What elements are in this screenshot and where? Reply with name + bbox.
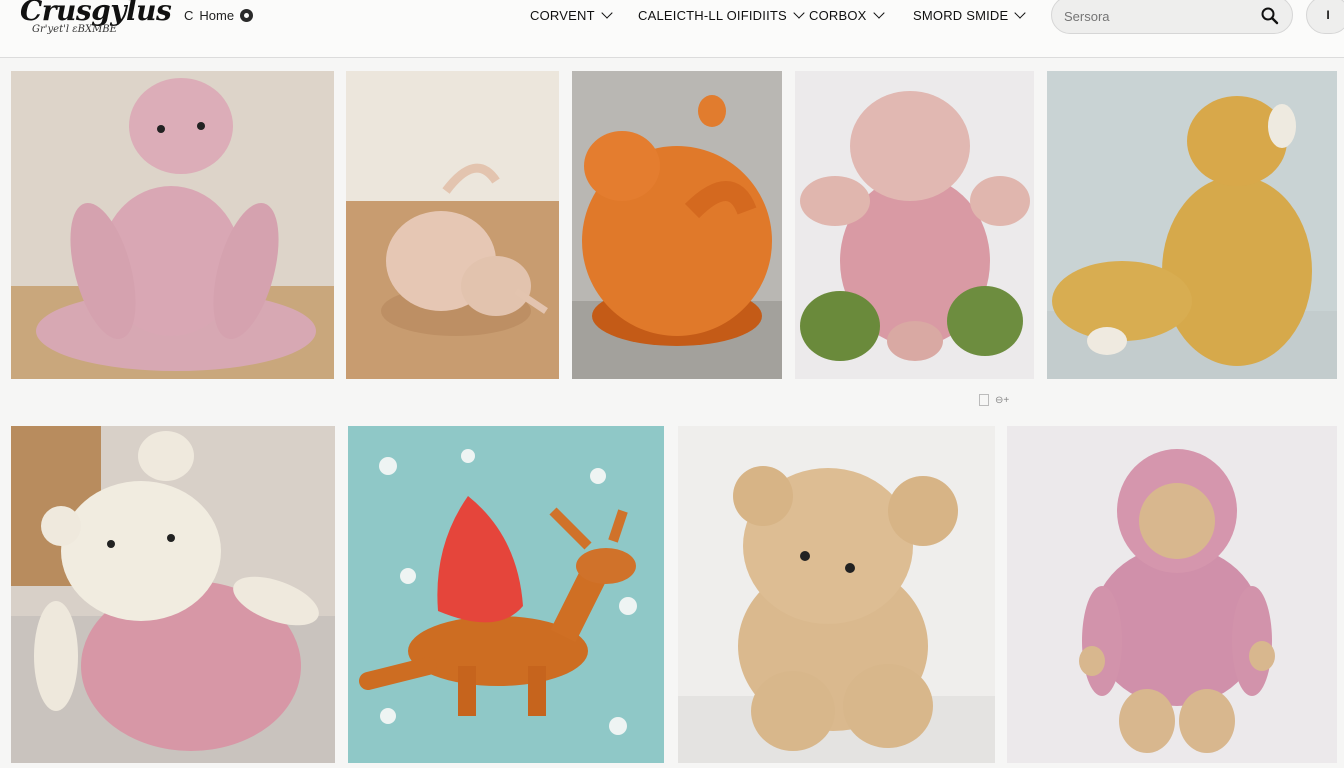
chevron-down-icon bbox=[601, 7, 613, 19]
gallery-item-pink-figure[interactable] bbox=[11, 71, 334, 379]
site-logo[interactable]: Crusgylus Gr'yet'l ɛBXMBE bbox=[20, 0, 172, 40]
gallery-item-orange-deer[interactable] bbox=[348, 426, 664, 763]
crochet-toy-image bbox=[1047, 71, 1337, 379]
nav-label: SMORD SMIDE bbox=[913, 7, 1009, 23]
chevron-down-icon bbox=[872, 7, 885, 19]
crochet-toy-image bbox=[348, 426, 664, 763]
gallery-item-orange-bird[interactable] bbox=[572, 71, 782, 379]
gallery-item-beige-creature[interactable] bbox=[346, 71, 559, 379]
crochet-toy-image bbox=[346, 71, 559, 379]
logo-title: Crusgylus bbox=[20, 0, 172, 27]
crochet-toy-image bbox=[678, 426, 995, 763]
gallery-item-yellow-duck[interactable] bbox=[1047, 71, 1337, 379]
search-icon[interactable] bbox=[1260, 6, 1280, 26]
pager-label: ⊖+ bbox=[995, 394, 1010, 406]
home-label: Home bbox=[199, 7, 235, 23]
nav-corbox-dropdown[interactable]: CORBOX bbox=[809, 6, 885, 24]
home-link[interactable]: C Home bbox=[184, 6, 254, 24]
crochet-toy-image bbox=[11, 426, 335, 763]
back-arrow-icon[interactable]: C bbox=[184, 8, 193, 23]
crochet-toy-image bbox=[11, 71, 334, 379]
chevron-down-icon bbox=[793, 7, 805, 19]
top-navigation-bar: Crusgylus Gr'yet'l ɛBXMBE C Home CORVENT… bbox=[0, 0, 1344, 58]
crochet-toy-image bbox=[1007, 426, 1337, 763]
nav-caleicth-dropdown[interactable]: CALEICTH-LL OIFIDIITS bbox=[638, 6, 805, 24]
gallery-item-hooded-doll[interactable] bbox=[1007, 426, 1337, 763]
pagination-indicator[interactable]: ⊖+ bbox=[979, 393, 1009, 407]
search-input[interactable] bbox=[1064, 5, 1254, 27]
nav-label: CALEICTH-LL OIFIDIITS bbox=[638, 7, 787, 23]
gallery-item-pink-green-creature[interactable] bbox=[795, 71, 1034, 379]
crochet-toy-image bbox=[795, 71, 1034, 379]
home-globe-icon bbox=[240, 8, 254, 22]
nav-smord-smide-dropdown[interactable]: SMORD SMIDE bbox=[913, 6, 1027, 24]
gallery-item-teddy-bear[interactable] bbox=[678, 426, 995, 763]
crochet-toy-image bbox=[572, 71, 782, 379]
page-icon[interactable] bbox=[979, 394, 989, 406]
nav-label: CORVENT bbox=[530, 7, 595, 23]
nav-label: CORBOX bbox=[809, 7, 867, 23]
search-bar[interactable] bbox=[1051, 0, 1293, 34]
logo-tagline: Gr'yet'l ɛBXMBE bbox=[32, 24, 117, 35]
nav-corvent-dropdown[interactable]: CORVENT bbox=[530, 6, 613, 24]
chevron-down-icon bbox=[1014, 7, 1027, 19]
user-menu-button[interactable]: I bbox=[1306, 0, 1344, 34]
gallery-item-white-pink-bear[interactable] bbox=[11, 426, 335, 763]
